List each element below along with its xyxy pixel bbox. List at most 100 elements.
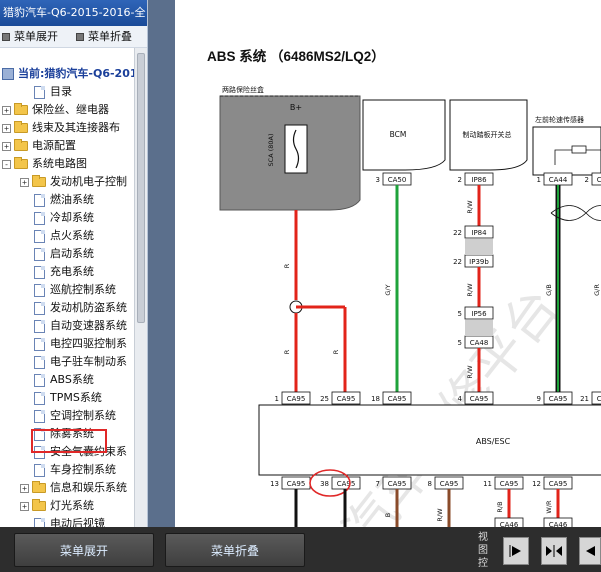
menu-collapse-button[interactable]: 菜单折叠 xyxy=(76,28,132,46)
tree-doc-item[interactable]: 空调控制系统 xyxy=(34,407,116,425)
tree-doc-item[interactable]: 启动系统 xyxy=(34,245,94,263)
tree-folder-item[interactable]: - 系统电路图 xyxy=(2,155,87,173)
selection-highlight xyxy=(31,429,107,453)
tree-doc-item[interactable]: TPMS系统 xyxy=(34,389,102,407)
tree-folder-item[interactable]: + 线束及其连接器布 xyxy=(2,119,120,137)
conn-ca95-9-pin: 9 xyxy=(537,395,541,403)
tree-item-label: 点火系统 xyxy=(50,229,94,242)
tree-item-label: 燃油系统 xyxy=(50,193,94,206)
expand-toggle-icon[interactable]: + xyxy=(20,177,29,187)
last-page-button[interactable] xyxy=(579,537,601,565)
tree-item-label: 灯光系统 xyxy=(50,499,94,512)
conn-ca48-label: CA48 xyxy=(470,339,489,347)
conn-ca95-13-pin: 13 xyxy=(270,480,279,488)
expand-toggle-icon[interactable]: + xyxy=(2,141,11,151)
conn-ca95-18-pin: 18 xyxy=(371,395,380,403)
abs-module-box xyxy=(258,404,601,476)
conn-ca95-38-label: CA95 xyxy=(337,480,356,488)
bcm-label: BCM xyxy=(390,130,407,139)
tree-item-label: 发动机电子控制 xyxy=(50,175,127,188)
wire-label-r3: R xyxy=(332,349,340,354)
tree-item-label: 电子驻车制动系 xyxy=(50,355,127,368)
conn-ca95-25-label: CA95 xyxy=(337,395,356,403)
tree-item-label: 冷却系统 xyxy=(50,211,94,224)
tree-folder-item[interactable]: + 电源配置 xyxy=(2,137,76,155)
conn-ca50-label: CA50 xyxy=(388,176,407,184)
conn-ca95-7-label: CA95 xyxy=(388,480,407,488)
expand-toggle-icon[interactable]: + xyxy=(20,501,29,511)
conn-ca95-9-label: CA95 xyxy=(549,395,568,403)
tree-root[interactable]: 当前:猎豹汽车-Q6-2015 xyxy=(2,65,145,83)
tree-doc-item[interactable]: 车身控制系统 xyxy=(34,461,116,479)
tree-doc-item[interactable]: 冷却系统 xyxy=(34,209,94,227)
folder-icon xyxy=(14,157,28,169)
conn-ca95-21-pin: 21 xyxy=(580,395,589,403)
tree-folder-item[interactable]: + 信息和娱乐系统 xyxy=(20,479,127,497)
tree-folder-item[interactable]: + 保险丝、继电器 xyxy=(2,101,109,119)
wheel-sensor-label: 左前轮速传感器 xyxy=(535,115,584,124)
conn-ca44-2-pin: 2 xyxy=(585,176,589,184)
document-icon xyxy=(34,211,45,225)
wire-label-gy: G/Y xyxy=(384,284,392,295)
conn-ca95-12-pin: 12 xyxy=(532,480,541,488)
tree-doc-item[interactable]: 发动机防盗系统 xyxy=(34,299,127,317)
document-page: ABS 系统 （6486MS2/LQ2） 汽车维修平台 两路保险丝盒 B+ SCA (… xyxy=(175,0,601,527)
wire-label-gb: G/B xyxy=(545,284,553,296)
expand-toggle-icon[interactable]: + xyxy=(20,483,29,493)
document-icon xyxy=(34,301,45,315)
wire-label-r1: R xyxy=(283,263,291,268)
expand-toggle-icon[interactable]: + xyxy=(2,105,11,115)
scrollbar-thumb[interactable] xyxy=(137,53,145,323)
tree-doc-item[interactable]: 巡航控制系统 xyxy=(34,281,116,299)
bottom-collapse-button[interactable]: 菜单折叠 xyxy=(165,533,305,567)
tree-folder-item[interactable]: + 灯光系统 xyxy=(20,497,94,515)
tree-doc-item[interactable]: 充电系统 xyxy=(34,263,94,281)
conn-ca44-2-label: CA44 xyxy=(597,176,601,184)
tree-doc-item[interactable]: 燃油系统 xyxy=(34,191,94,209)
wire-label-rw4: R/W xyxy=(436,508,444,522)
tree-view: 当前:猎豹汽车-Q6-2015 目录 + 保险丝、继电器 + 线束及其连接器布 + 电源配置… xyxy=(0,62,145,527)
bottom-expand-button[interactable]: 菜单展开 xyxy=(14,533,154,567)
tree-item-label: 信息和娱乐系统 xyxy=(50,481,127,494)
play-right-icon xyxy=(509,545,521,557)
sensor-resistor xyxy=(571,145,587,154)
tree-item-label: 电动后视镜 xyxy=(50,517,105,527)
tree-item-label: 巡航控制系统 xyxy=(50,283,116,296)
tree-item-label: 电控四驱控制系 xyxy=(50,337,127,350)
tree-item-label: 空调控制系统 xyxy=(50,409,116,422)
tree-doc-item[interactable]: 电动后视镜 xyxy=(34,515,105,527)
tree-doc-item[interactable]: 点火系统 xyxy=(34,227,94,245)
folder-icon xyxy=(32,499,46,511)
tree-item-label: 启动系统 xyxy=(50,247,94,260)
tree-item-label: TPMS系统 xyxy=(50,391,102,404)
collapse-toggle-icon[interactable]: - xyxy=(2,159,11,169)
document-viewer[interactable]: ABS 系统 （6486MS2/LQ2） 汽车维修平台 两路保险丝盒 B+ SCA (… xyxy=(148,0,601,527)
tree-doc-item[interactable]: ABS系统 xyxy=(34,371,94,389)
collapse-icon xyxy=(76,33,84,41)
conn-ca95-1-label: CA95 xyxy=(287,395,306,403)
tree-doc-item[interactable]: 电子驻车制动系 xyxy=(34,353,127,371)
wire-label-wr: W/R xyxy=(545,500,553,514)
conn-ca95-4-pin: 4 xyxy=(458,395,463,403)
conn-ca50-pin: 3 xyxy=(376,176,380,184)
conn-ca95-18-label: CA95 xyxy=(388,395,407,403)
wire-label-rw3: R/W xyxy=(466,365,474,379)
wire-label-rb: R/B xyxy=(496,501,504,512)
sidebar-scrollbar[interactable] xyxy=(134,48,147,527)
conn-ip86-pin: 2 xyxy=(458,176,462,184)
conn-ca48-pin: 5 xyxy=(458,339,462,347)
tree-doc-item[interactable]: 自动变速器系统 xyxy=(34,317,127,335)
folder-icon xyxy=(14,139,28,151)
conn-ip39b-label: IP39b xyxy=(469,258,489,266)
fit-page-button[interactable] xyxy=(541,537,567,565)
next-page-button[interactable] xyxy=(503,537,529,565)
expand-toggle-icon[interactable]: + xyxy=(2,123,11,133)
tree-folder-item[interactable]: + 发动机电子控制 xyxy=(20,173,127,191)
fuse-header-label: 两路保险丝盒 xyxy=(222,85,264,94)
tree-doc-item[interactable]: 电控四驱控制系 xyxy=(34,335,127,353)
tree-doc-item[interactable]: 目录 xyxy=(34,83,72,101)
computer-icon xyxy=(2,68,14,80)
conn-ca95-8-pin: 8 xyxy=(428,480,432,488)
document-icon xyxy=(34,355,45,369)
menu-expand-button[interactable]: 菜单展开 xyxy=(2,28,58,46)
